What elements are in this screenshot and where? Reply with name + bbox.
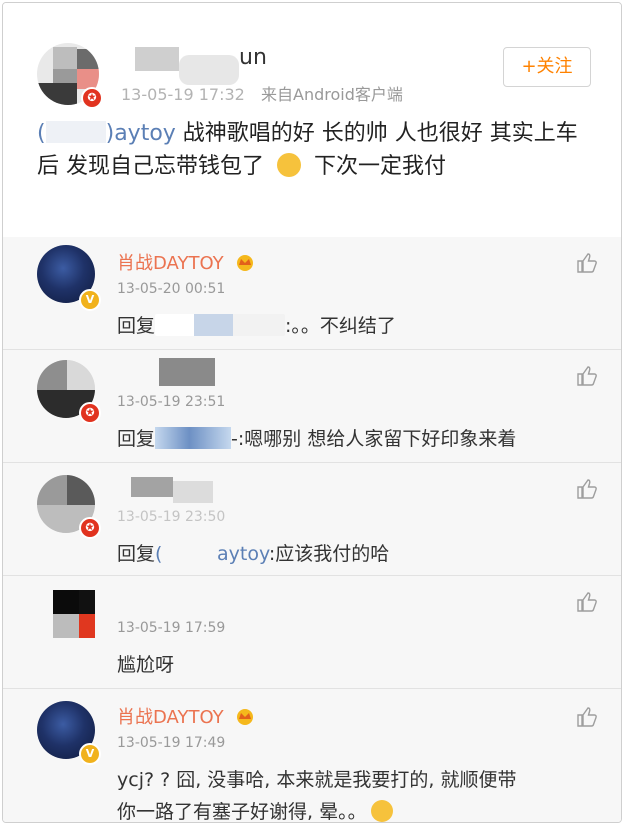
commenter-name[interactable]: 肖战DAYTOY bbox=[117, 703, 255, 729]
blurred-name bbox=[131, 477, 173, 497]
comment-text-line-2: 你一路了有塞子好谢得, 晕。。 bbox=[117, 797, 393, 822]
blurred-name bbox=[159, 358, 215, 386]
like-icon[interactable] bbox=[575, 251, 599, 275]
main-post: ✪ un 13-05-19 17:32 来自Android客户端 +关注 ()a… bbox=[3, 3, 621, 235]
comment-item: ✪ 13-05-19 23:51 回复 -:嗯哪别 想给人家留下好印象来着 bbox=[3, 350, 621, 463]
post-author-name[interactable]: un bbox=[239, 45, 267, 70]
comment-time: 13-05-19 17:59 bbox=[117, 620, 226, 636]
comment-item: ✪ 13-05-19 23:50 回复(aytoy:应该我付的哈 bbox=[3, 463, 621, 576]
comment-item: 13-05-19 17:59 尴尬呀 bbox=[3, 576, 621, 689]
comment-list: V 肖战DAYTOY 13-05-20 00:51 回复:。。不纠结了 ✪ 1… bbox=[3, 237, 621, 822]
comment-item: V 肖战DAYTOY 13-05-19 17:49 ycj? ? 囧, 没事哈,… bbox=[3, 689, 621, 822]
verified-badge-icon: ✪ bbox=[79, 517, 101, 539]
verified-badge-icon: ✪ bbox=[79, 402, 101, 424]
crown-icon bbox=[237, 255, 254, 271]
comment-text: 回复 -:嗯哪别 想给人家留下好印象来着 bbox=[117, 427, 517, 450]
verified-badge-icon: V bbox=[79, 289, 101, 311]
commenter-name[interactable]: 肖战DAYTOY bbox=[117, 249, 255, 275]
sad-emoji-icon bbox=[370, 800, 393, 822]
comment-item: V 肖战DAYTOY 13-05-20 00:51 回复:。。不纠结了 bbox=[3, 237, 621, 350]
post-source: 来自Android客户端 bbox=[261, 85, 403, 104]
weibo-post-card: ✪ un 13-05-19 17:32 来自Android客户端 +关注 ()a… bbox=[2, 2, 622, 823]
post-text-2: 下次一定我付 bbox=[307, 154, 446, 179]
post-mention[interactable]: ()aytoy bbox=[37, 121, 176, 146]
comment-text: 回复:。。不纠结了 bbox=[117, 314, 396, 337]
comment-text: 回复(aytoy:应该我付的哈 bbox=[117, 543, 390, 565]
post-content: ()aytoy 战神歌唱的好 长的帅 人也很好 其实上车后 发现自己忘带钱包了 … bbox=[37, 117, 592, 183]
comment-time: 13-05-19 23:50 bbox=[117, 509, 226, 525]
comment-time: 13-05-19 23:51 bbox=[117, 394, 226, 410]
verified-badge-icon: V bbox=[79, 743, 101, 765]
comment-text: 尴尬呀 bbox=[117, 654, 175, 676]
like-icon[interactable] bbox=[575, 590, 599, 614]
follow-button[interactable]: +关注 bbox=[503, 47, 591, 87]
comment-text-line-1: ycj? ? 囧, 没事哈, 本来就是我要打的, 就顺便带 bbox=[117, 769, 517, 791]
commenter-avatar[interactable] bbox=[37, 590, 95, 648]
verified-badge-icon: ✪ bbox=[81, 87, 103, 109]
comment-time: 13-05-19 17:49 bbox=[117, 735, 226, 751]
like-icon[interactable] bbox=[575, 705, 599, 729]
crown-icon bbox=[237, 709, 254, 725]
post-meta: 13-05-19 17:32 来自Android客户端 bbox=[121, 81, 403, 105]
comment-time: 13-05-20 00:51 bbox=[117, 281, 226, 297]
like-icon[interactable] bbox=[575, 477, 599, 501]
post-time: 13-05-19 17:32 bbox=[121, 85, 245, 104]
sad-emoji-icon bbox=[277, 153, 301, 177]
like-icon[interactable] bbox=[575, 364, 599, 388]
